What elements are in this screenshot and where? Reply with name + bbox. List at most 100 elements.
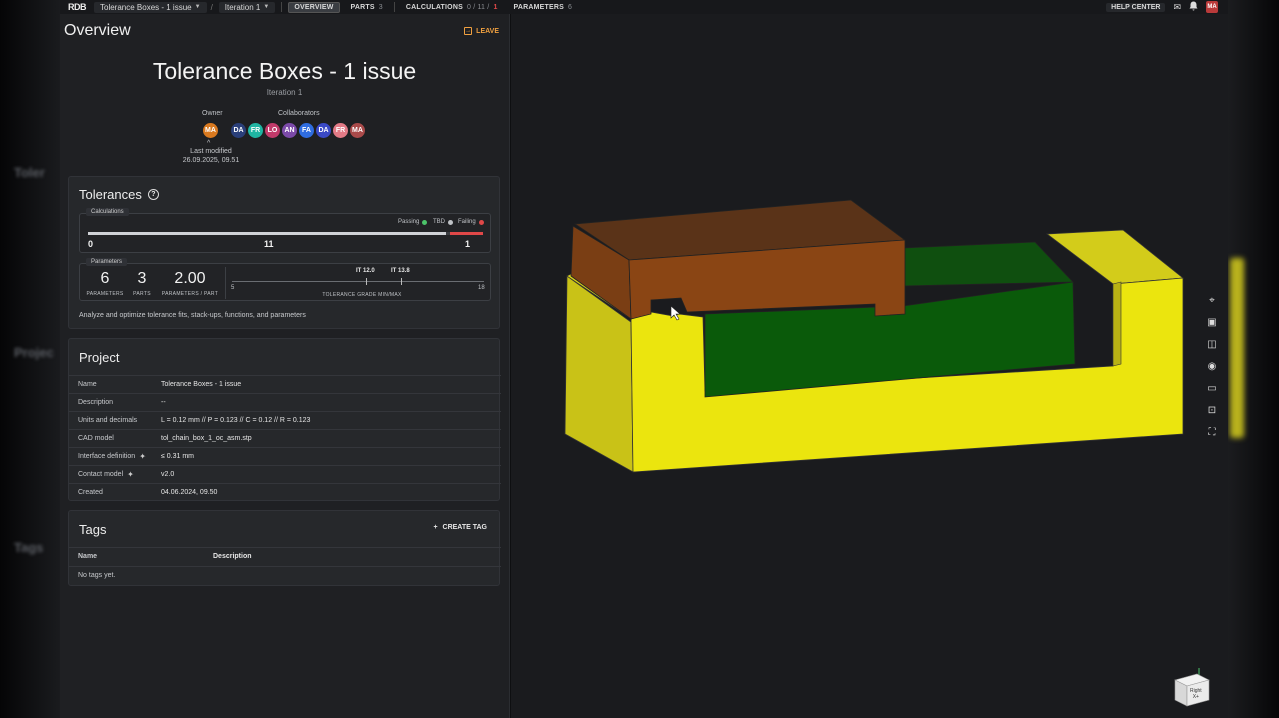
- cad-model-render[interactable]: [511, 14, 1228, 718]
- collaborator-avatar[interactable]: LO: [264, 122, 281, 139]
- column-description: Description: [213, 553, 252, 560]
- tab-label: PARAMETERS: [513, 3, 565, 11]
- chevron-down-icon: ▼: [263, 4, 270, 10]
- status-passing: Passing: [398, 219, 428, 225]
- status-tbd: TBD: [433, 219, 453, 225]
- collaborator-avatar[interactable]: DA: [315, 122, 332, 139]
- 3d-viewport[interactable]: ⌖ ▣ ◫ ◉ ▭ ⊡ ⛶ Right X+: [511, 14, 1228, 718]
- help-icon[interactable]: ?: [147, 189, 159, 200]
- tab-count: 3: [378, 3, 383, 11]
- bell-icon[interactable]: [1189, 1, 1198, 13]
- explode-view-icon[interactable]: ◫: [1204, 336, 1220, 352]
- leave-label: LEAVE: [476, 27, 499, 35]
- tab-calculations[interactable]: CALCULATIONS 0 / 11 /1: [401, 3, 503, 12]
- scale-min: 5: [231, 285, 235, 291]
- create-tag-button[interactable]: + CREATE TAG: [433, 524, 487, 531]
- measure-icon[interactable]: ▭: [1204, 380, 1220, 396]
- zoom-fit-icon[interactable]: ⌖: [1204, 292, 1220, 308]
- last-modified-label: Last modified: [190, 148, 232, 155]
- last-modified-value: 26.09.2025, 09.51: [182, 157, 240, 164]
- page-title: Overview: [64, 22, 131, 39]
- background-right: [1228, 0, 1279, 718]
- collaborator-avatar[interactable]: FA: [298, 122, 315, 139]
- create-tag-label: CREATE TAG: [442, 524, 487, 531]
- row-value: 04.06.2024, 09.50: [161, 489, 218, 496]
- row-value: --: [161, 399, 166, 406]
- tab-fail-count: 1: [493, 3, 498, 11]
- help-center-button[interactable]: HELP CENTER: [1106, 2, 1166, 12]
- collaborators-label: Collaborators: [278, 110, 320, 117]
- divider: [281, 2, 283, 12]
- project-row-units: Units and decimals L = 0.12 mm // P = 0.1…: [69, 411, 501, 429]
- tab-label: PARTS: [350, 3, 375, 11]
- tags-empty-row: No tags yet.: [69, 566, 501, 584]
- project-row-created: Created 04.06.2024, 09.50: [69, 483, 501, 501]
- viewport-toolbar: ⌖ ▣ ◫ ◉ ▭ ⊡ ⛶: [1204, 292, 1220, 440]
- parameters-group[interactable]: Parameters 6 PARAMETERS 3 PARTS 2.00 PAR…: [79, 258, 491, 301]
- sparkle-icon[interactable]: ✦: [139, 452, 146, 461]
- tbd-dot: [448, 219, 453, 225]
- collaborator-avatar[interactable]: DA: [230, 122, 247, 139]
- parts-count: 3: [137, 270, 147, 287]
- screenshot-icon[interactable]: ▣: [1204, 314, 1220, 330]
- row-key-wrap: Contact model ✦: [69, 470, 161, 479]
- sparkle-icon[interactable]: ✦: [127, 470, 134, 479]
- empty-message: No tags yet.: [78, 572, 116, 579]
- calculations-legend: Calculations: [86, 208, 129, 216]
- parameters-per-part-label: PARAMETERS / PART: [161, 291, 219, 297]
- leave-button[interactable]: → LEAVE: [464, 27, 499, 35]
- row-value: L = 0.12 mm // P = 0.123 // C = 0.12 // …: [161, 417, 311, 424]
- iteration-label: Iteration 1: [266, 88, 303, 97]
- parameters-per-part: 2.00: [174, 270, 206, 287]
- grade-min-marker: [366, 278, 367, 285]
- failing-fill: [450, 232, 483, 235]
- owner-avatar[interactable]: MA: [202, 122, 219, 139]
- project-selector[interactable]: Tolerance Boxes - 1 issue ▼: [94, 1, 207, 13]
- user-avatar[interactable]: MA: [1206, 1, 1218, 13]
- project-title: Tolerance Boxes - 1 issue: [152, 58, 417, 84]
- row-value: v2.0: [161, 471, 175, 478]
- app-logo[interactable]: RDB: [60, 2, 88, 12]
- row-value: Tolerance Boxes - 1 issue: [161, 381, 242, 388]
- calculations-group[interactable]: Calculations Passing TBD Failing 0 11 1: [79, 208, 491, 253]
- tbd-count: 11: [264, 239, 274, 249]
- chevron-down-icon: ▼: [194, 4, 201, 10]
- fullscreen-icon[interactable]: ⛶: [1204, 424, 1220, 440]
- focus-icon[interactable]: ⊡: [1204, 402, 1220, 418]
- tab-parameters[interactable]: PARAMETERS 6: [509, 3, 578, 12]
- mail-icon[interactable]: ✉: [1173, 2, 1181, 13]
- status-passing-label: Passing: [398, 219, 420, 225]
- overview-header: Overview → LEAVE: [60, 14, 509, 48]
- grade-scale: [232, 281, 484, 282]
- collaborator-avatar[interactable]: FR: [332, 122, 349, 139]
- tab-count: 6: [568, 3, 573, 11]
- project-row-name: Name Tolerance Boxes - 1 issue: [69, 375, 501, 393]
- row-key-wrap: Interface definition ✦: [69, 452, 161, 461]
- collaborator-avatar[interactable]: MA: [349, 122, 366, 139]
- tolerance-grade-label: TOLERANCE GRADE MIN/MAX: [322, 292, 402, 298]
- tolerances-title: Tolerances: [79, 187, 142, 202]
- collaborator-avatar[interactable]: AN: [281, 122, 298, 139]
- top-bar: RDB Tolerance Boxes - 1 issue ▼ / Iterat…: [60, 0, 1228, 14]
- iteration-selector[interactable]: Iteration 1 ▼: [218, 1, 276, 13]
- row-key: CAD model: [78, 435, 114, 442]
- breadcrumb-separator: /: [210, 2, 213, 12]
- view-cube-axis: X+: [1192, 694, 1199, 700]
- status-failing-label: Failing: [458, 219, 476, 225]
- tab-label: OVERVIEW: [294, 3, 334, 11]
- tab-count: 0 / 11 /: [466, 3, 490, 11]
- view-cube[interactable]: Right X+: [1167, 664, 1215, 718]
- project-selector-label: Tolerance Boxes - 1 issue: [100, 2, 192, 12]
- tab-parts[interactable]: PARTS 3: [346, 3, 388, 12]
- row-value: tol_chain_box_1_oc_asm.stp: [161, 435, 252, 442]
- parameters-count: 6: [100, 270, 110, 287]
- status-failing: Failing: [458, 219, 484, 225]
- project-row-description: Description --: [69, 393, 501, 411]
- collaborator-avatar[interactable]: FR: [247, 122, 264, 139]
- visibility-icon[interactable]: ◉: [1204, 358, 1220, 374]
- background-left: Toler Projec Tags: [0, 0, 60, 718]
- row-key: Contact model: [78, 471, 124, 478]
- plus-icon: +: [433, 524, 438, 531]
- calculations-progress-bar: [88, 232, 483, 235]
- tab-overview[interactable]: OVERVIEW: [288, 1, 340, 13]
